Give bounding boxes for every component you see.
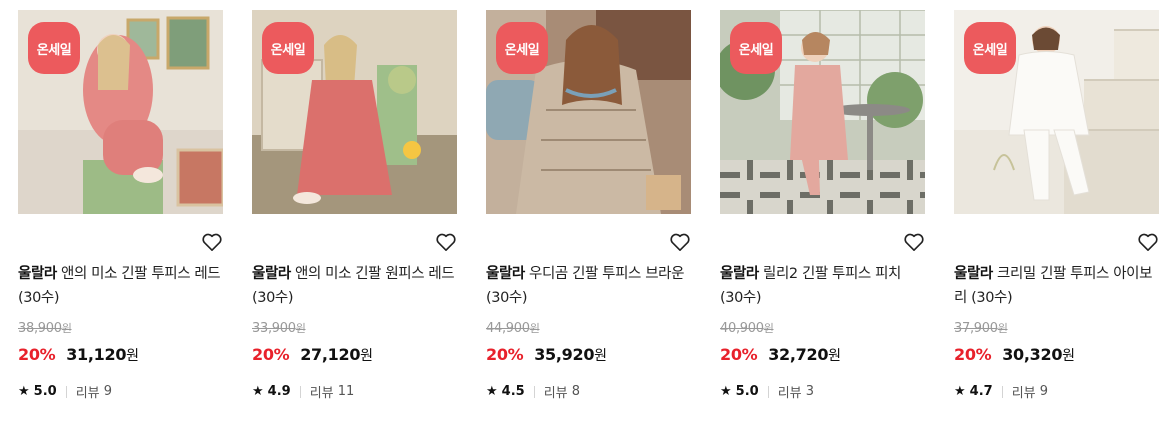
review-label: 리뷰: [75, 386, 100, 401]
on-sale-badge: 온세일: [262, 22, 314, 74]
divider: [533, 385, 535, 398]
heart-outline-icon[interactable]: [435, 232, 457, 252]
review-count: 9: [103, 384, 113, 399]
rating-row: ★ 4.7 리뷰 9: [954, 382, 1048, 401]
review-count: 8: [571, 384, 581, 399]
review-count: 3: [805, 384, 815, 399]
star-icon: ★: [18, 384, 30, 399]
discount-rate: 20%: [486, 345, 524, 364]
star-icon: ★: [486, 384, 498, 399]
sale-price: 32,720: [768, 345, 829, 364]
product-title[interactable]: 울랄라 우디곰 긴팔 투피스 브라운 (30수): [486, 262, 691, 310]
review-count: 11: [337, 384, 355, 399]
review-count: 9: [1039, 384, 1049, 399]
discount-rate: 20%: [720, 345, 758, 364]
rating-score: 5.0: [33, 384, 57, 399]
product-image[interactable]: 온세일: [720, 10, 925, 214]
price-row: 20% 30,320원: [954, 345, 1075, 364]
product-image[interactable]: 온세일: [18, 10, 223, 214]
divider: [1001, 385, 1003, 398]
heart-outline-icon[interactable]: [669, 232, 691, 252]
rating-score: 4.5: [501, 384, 525, 399]
price-row: 20% 27,120원: [252, 345, 373, 364]
rating-row: ★ 4.9 리뷰 11: [252, 382, 354, 401]
review-label: 리뷰: [309, 386, 334, 401]
product-card[interactable]: 온세일 울랄라 앤의 미소 긴팔 원피스 레드 (30수) 33,900원 20…: [252, 10, 457, 401]
product-title[interactable]: 울랄라 앤의 미소 긴팔 원피스 레드 (30수): [252, 262, 457, 310]
brand-name: 울랄라: [954, 266, 993, 282]
on-sale-badge: 온세일: [730, 22, 782, 74]
star-icon: ★: [720, 384, 732, 399]
rating-score: 4.9: [267, 384, 291, 399]
on-sale-badge: 온세일: [496, 22, 548, 74]
rating-score: 4.7: [969, 384, 993, 399]
review-label: 리뷰: [543, 386, 568, 401]
original-price: 44,900원: [486, 321, 540, 336]
star-icon: ★: [954, 384, 966, 399]
original-price: 38,900원: [18, 321, 72, 336]
product-title[interactable]: 울랄라 크리밀 긴팔 투피스 아이보리 (30수): [954, 262, 1159, 310]
heart-outline-icon[interactable]: [903, 232, 925, 252]
divider: [299, 385, 301, 398]
product-card[interactable]: 온세일 울랄라 우디곰 긴팔 투피스 브라운 (30수) 44,900원 20%…: [486, 10, 691, 401]
product-grid: 온세일 울랄라 앤의 미소 긴팔 투피스 레드 (30수) 38,900원 20…: [0, 0, 1169, 433]
rating-row: ★ 5.0 리뷰 3: [720, 382, 814, 401]
brand-name: 울랄라: [720, 266, 759, 282]
on-sale-badge: 온세일: [28, 22, 80, 74]
product-card[interactable]: 온세일 울랄라 릴리2 긴팔 투피스 피치 (30수) 40,900원 20% …: [720, 10, 925, 401]
divider: [65, 385, 67, 398]
star-icon: ★: [252, 384, 264, 399]
product-image[interactable]: 온세일: [486, 10, 691, 214]
review-label: 리뷰: [1011, 386, 1036, 401]
product-title[interactable]: 울랄라 릴리2 긴팔 투피스 피치 (30수): [720, 262, 925, 310]
brand-name: 울랄라: [486, 266, 525, 282]
product-image[interactable]: 온세일: [954, 10, 1159, 214]
sale-price: 31,120: [66, 345, 127, 364]
review-label: 리뷰: [777, 386, 802, 401]
discount-rate: 20%: [954, 345, 992, 364]
sale-price: 35,920: [534, 345, 595, 364]
original-price: 37,900원: [954, 321, 1008, 336]
original-price: 40,900원: [720, 321, 774, 336]
rating-score: 5.0: [735, 384, 759, 399]
product-card[interactable]: 온세일 울랄라 크리밀 긴팔 투피스 아이보리 (30수) 37,900원 20…: [954, 10, 1159, 401]
rating-row: ★ 5.0 리뷰 9: [18, 382, 112, 401]
product-title[interactable]: 울랄라 앤의 미소 긴팔 투피스 레드 (30수): [18, 262, 223, 310]
heart-outline-icon[interactable]: [201, 232, 223, 252]
brand-name: 울랄라: [252, 266, 291, 282]
sale-price: 30,320: [1002, 345, 1063, 364]
product-card[interactable]: 온세일 울랄라 앤의 미소 긴팔 투피스 레드 (30수) 38,900원 20…: [18, 10, 223, 401]
price-row: 20% 35,920원: [486, 345, 607, 364]
on-sale-badge: 온세일: [964, 22, 1016, 74]
price-row: 20% 32,720원: [720, 345, 841, 364]
rating-row: ★ 4.5 리뷰 8: [486, 382, 580, 401]
brand-name: 울랄라: [18, 266, 57, 282]
sale-price: 27,120: [300, 345, 361, 364]
discount-rate: 20%: [252, 345, 290, 364]
original-price: 33,900원: [252, 321, 306, 336]
divider: [767, 385, 769, 398]
discount-rate: 20%: [18, 345, 56, 364]
price-row: 20% 31,120원: [18, 345, 139, 364]
product-image[interactable]: 온세일: [252, 10, 457, 214]
heart-outline-icon[interactable]: [1137, 232, 1159, 252]
